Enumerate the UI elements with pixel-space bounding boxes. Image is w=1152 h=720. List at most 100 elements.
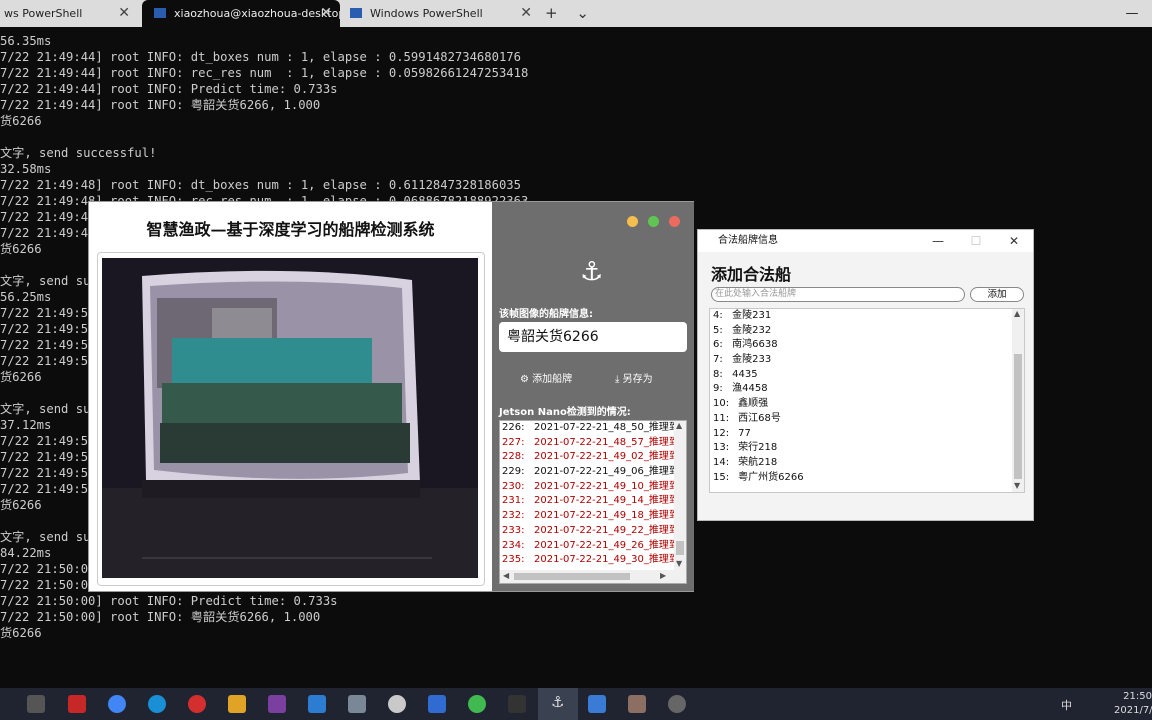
plate-list-item[interactable]: 14: 荣航218 [710, 456, 1024, 471]
plate-list-item[interactable]: 12: 77 [710, 427, 1024, 442]
todo-icon[interactable] [428, 695, 446, 713]
github-icon[interactable] [668, 695, 686, 713]
tab-label: Windows PowerShell [370, 7, 483, 20]
log-row-index: 235: [502, 554, 525, 566]
taskbar-active-app[interactable]: ⚓ [538, 688, 578, 720]
vscode-icon[interactable] [308, 695, 326, 713]
legal-plate-list[interactable]: 4: 金陵231 5: 金陵232 6: 南鸿6638 7: 金陵233 8: 4435… [709, 308, 1025, 493]
close-icon[interactable]: ✕ [320, 0, 332, 27]
terminal-icon[interactable] [508, 695, 526, 713]
horizontal-scrollbar[interactable]: ◀ ▶ [500, 570, 686, 583]
netease-music-icon[interactable] [188, 695, 206, 713]
log-row-text: 2021-07-22-21_49_22_推理到 [534, 524, 674, 536]
log-row[interactable]: 228: 2021-07-22-21_49_02_推理到 [500, 450, 674, 465]
edge-icon[interactable] [148, 695, 166, 713]
add-plate-button[interactable]: ⚙ 添加船牌 [520, 370, 572, 385]
maximize-icon[interactable]: ☐ [957, 230, 995, 252]
plate-item-text: 金陵232 [729, 324, 772, 336]
app-youdao-icon[interactable] [68, 695, 86, 713]
log-row[interactable]: 233: 2021-07-22-21_49_22_推理到 [500, 524, 674, 539]
scroll-down-icon[interactable]: ▼ [676, 559, 682, 568]
plate-list-item[interactable]: 9: 渔4458 [710, 382, 1024, 397]
scroll-right-icon[interactable]: ▶ [660, 571, 666, 580]
tab-ssh-desktop[interactable]: xiaozhoua@xiaozhoua-desktop ✕ [142, 0, 340, 27]
minimize-icon[interactable]: — [1112, 0, 1152, 27]
terminal-line: 7/22 21:49:44] root INFO: dt_boxes num :… [0, 50, 521, 64]
log-row[interactable]: 226: 2021-07-22-21_48_50_推理到 [500, 421, 674, 436]
vertical-scrollbar[interactable]: ▲ ▼ [1012, 309, 1024, 492]
new-tab-icon[interactable]: + [545, 4, 558, 22]
plate-list-item[interactable]: 15: 粤广州货6266 [710, 471, 1024, 486]
plate-list-item[interactable]: 11: 西江68号 [710, 412, 1024, 427]
plate-value-field[interactable]: 粤韶关货6266 [499, 322, 687, 352]
maximize-dot-icon[interactable] [648, 216, 659, 227]
vertical-scrollbar[interactable]: ▲ ▼ [674, 421, 686, 571]
plate-list-item[interactable]: 4: 金陵231 [710, 309, 1024, 324]
scroll-down-icon[interactable]: ▼ [1014, 481, 1020, 490]
scroll-up-icon[interactable]: ▲ [1014, 309, 1020, 318]
log-row-index: 232: [502, 510, 525, 522]
clock-date[interactable]: 2021/7/ [1114, 705, 1152, 716]
tab-label: ws PowerShell [4, 7, 83, 20]
plate-list-item[interactable]: 10: 鑫顺强 [710, 397, 1024, 412]
anchor-icon: ⚓ [580, 257, 604, 287]
log-row[interactable]: 227: 2021-07-22-21_48_57_推理到 [500, 436, 674, 451]
detection-log-list[interactable]: 226: 2021-07-22-21_48_50_推理到 227: 2021-07-2… [499, 420, 687, 584]
save-as-button[interactable]: ⤓ 另存为 [615, 370, 653, 385]
plate-list-item[interactable]: 5: 金陵232 [710, 324, 1024, 339]
log-row[interactable]: 235: 2021-07-22-21_49_30_推理到 [500, 553, 674, 568]
ime-indicator[interactable]: 中 [1061, 697, 1072, 713]
plate-detection-app: 智慧渔政—基于深度学习的船牌检测系统 ⚓ 该帧图像的船牌信息: 粤韶关货6266… [88, 201, 694, 592]
plate-input[interactable]: 在此处输入合法船牌 [711, 287, 965, 302]
log-row-index: 234: [502, 539, 525, 551]
add-button[interactable]: 添加 [970, 287, 1024, 302]
task-view-icon[interactable] [27, 695, 45, 713]
minimize-icon[interactable]: — [919, 230, 957, 252]
log-row-text: 2021-07-22-21_49_14_推理到 [534, 495, 674, 507]
scroll-up-icon[interactable]: ▲ [676, 421, 682, 430]
close-icon[interactable]: ✕ [520, 0, 532, 27]
close-icon[interactable]: ✕ [118, 0, 130, 27]
scroll-left-icon[interactable]: ◀ [503, 571, 509, 580]
file-explorer-icon[interactable] [228, 695, 246, 713]
close-dot-icon[interactable] [669, 216, 680, 227]
powershell-icon [154, 8, 166, 18]
chrome-icon[interactable] [108, 695, 126, 713]
tab-powershell-1[interactable]: ws PowerShell ✕ [0, 0, 138, 27]
plate-item-index: 12: [713, 427, 730, 439]
photos-icon[interactable] [588, 695, 606, 713]
log-row[interactable]: 230: 2021-07-22-21_49_10_推理到 [500, 480, 674, 495]
clock-time[interactable]: 21:50 [1114, 691, 1152, 702]
plate-list-item[interactable]: 6: 南鸿6638 [710, 338, 1024, 353]
plate-list-item[interactable]: 8: 4435 [710, 368, 1024, 383]
chevron-down-icon[interactable]: ⌄ [576, 4, 589, 22]
tab-powershell-2[interactable]: Windows PowerShell ✕ [344, 0, 540, 27]
plate-list-item[interactable]: 7: 金陵233 [710, 353, 1024, 368]
image-viewer-icon[interactable] [628, 695, 646, 713]
log-row[interactable]: 232: 2021-07-22-21_49_18_推理到 [500, 509, 674, 524]
plate-list-item[interactable]: 13: 荣行218 [710, 441, 1024, 456]
plate-item-index: 5: [713, 324, 723, 336]
plate-item-index: 7: [713, 354, 723, 366]
plate-item-text: 荣行218 [735, 442, 778, 454]
terminal-line: 7/22 21:49:44] root INFO: 粤韶关货6266, 1.00… [0, 98, 321, 112]
calculator-icon[interactable] [348, 695, 366, 713]
log-row[interactable]: 229: 2021-07-22-21_49_06_推理到 [500, 465, 674, 480]
plate-item-text: 鑫顺强 [735, 398, 769, 410]
minimize-dot-icon[interactable] [627, 216, 638, 227]
dialog-title: 合法船牌信息 [718, 235, 778, 246]
hscroll-thumb[interactable] [514, 573, 630, 580]
terminal-line: 32.58ms [0, 162, 52, 176]
plate-item-text: 4435 [729, 368, 758, 380]
wechat-icon[interactable] [468, 695, 486, 713]
terminal-line: 文字, send successful! [0, 146, 157, 160]
scroll-thumb[interactable] [1014, 354, 1022, 479]
plate-item-index: 14: [713, 456, 730, 468]
log-row[interactable]: 234: 2021-07-22-21_49_26_推理到 [500, 539, 674, 554]
log-row[interactable]: 231: 2021-07-22-21_49_14_推理到 [500, 494, 674, 509]
clock-icon[interactable] [388, 695, 406, 713]
onenote-icon[interactable] [268, 695, 286, 713]
scroll-thumb[interactable] [676, 541, 684, 555]
close-icon[interactable]: ✕ [995, 230, 1033, 252]
